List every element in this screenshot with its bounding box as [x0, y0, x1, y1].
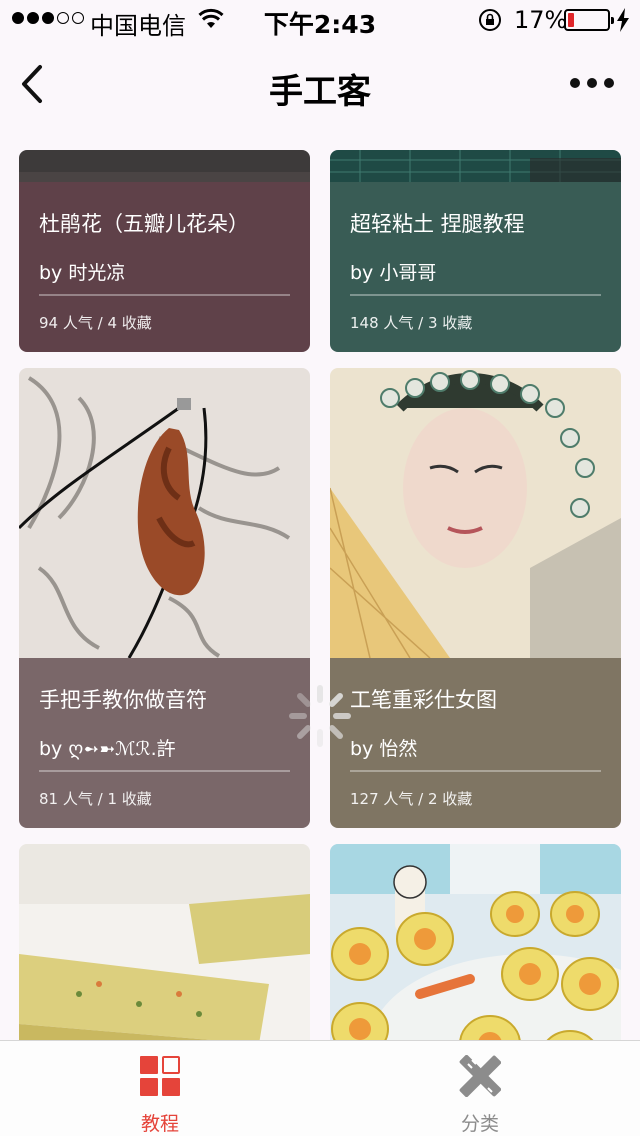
- loading-spinner-icon: [289, 685, 351, 747]
- card-image: [19, 844, 310, 1040]
- divider: [350, 294, 601, 296]
- card-image: [330, 844, 621, 1040]
- card-stats: 148 人气 / 3 收藏: [350, 314, 473, 332]
- tab-tutorials[interactable]: 教程: [0, 1041, 320, 1136]
- grid-icon: [140, 1056, 180, 1096]
- card-author: by ღ➻➼ℳℛ.許: [39, 738, 176, 760]
- charging-bolt-icon: [617, 8, 629, 32]
- tutorial-card[interactable]: 杜鹃花（五瓣儿花朵） by 时光凉 94 人气 / 4 收藏: [19, 150, 310, 352]
- card-title: 杜鹃花（五瓣儿花朵）: [39, 212, 249, 236]
- rotation-lock-icon: [479, 9, 501, 31]
- card-stats: 81 人气 / 1 收藏: [39, 790, 152, 808]
- card-title: 超轻粘土 捏腿教程: [350, 212, 525, 236]
- card-image: [330, 368, 621, 658]
- divider: [350, 770, 601, 772]
- tab-label: 教程: [140, 1113, 179, 1135]
- card-image: [19, 150, 310, 182]
- tab-categories[interactable]: 分类: [320, 1041, 640, 1136]
- nav-bar: 手工客: [0, 40, 640, 130]
- tutorial-card[interactable]: 手把手教你做音符 by ღ➻➼ℳℛ.許 81 人气 / 1 收藏: [19, 368, 310, 828]
- battery-percent: 17%: [514, 6, 568, 34]
- tab-label: 分类: [460, 1113, 499, 1135]
- status-bar: 中国电信 下午2:43 17%: [0, 0, 640, 40]
- pencil-ruler-icon: [459, 1055, 501, 1097]
- card-title: 工笔重彩仕女图: [350, 688, 497, 712]
- battery-icon: [564, 9, 614, 31]
- card-author: by 小哥哥: [350, 262, 437, 284]
- tutorial-feed[interactable]: 杜鹃花（五瓣儿花朵） by 时光凉 94 人气 / 4 收藏 超轻粘土 捏腿教程…: [0, 130, 640, 1040]
- tutorial-card[interactable]: 工笔重彩仕女图 by 怡然 127 人气 / 2 收藏: [330, 368, 621, 828]
- tutorial-card[interactable]: [19, 844, 310, 1040]
- card-author: by 怡然: [350, 738, 418, 760]
- card-stats: 127 人气 / 2 收藏: [350, 790, 473, 808]
- card-author: by 时光凉: [39, 262, 126, 284]
- tutorial-card[interactable]: 超轻粘土 捏腿教程 by 小哥哥 148 人气 / 3 收藏: [330, 150, 621, 352]
- divider: [39, 294, 290, 296]
- card-info: 杜鹃花（五瓣儿花朵） by 时光凉 94 人气 / 4 收藏: [19, 182, 310, 352]
- card-image: [19, 368, 310, 658]
- card-title: 手把手教你做音符: [39, 688, 207, 712]
- card-stats: 94 人气 / 4 收藏: [39, 314, 152, 332]
- card-info: 工笔重彩仕女图 by 怡然 127 人气 / 2 收藏: [330, 658, 621, 828]
- divider: [39, 770, 290, 772]
- tab-bar: 教程 分类: [0, 1040, 640, 1136]
- card-info: 手把手教你做音符 by ღ➻➼ℳℛ.許 81 人气 / 1 收藏: [19, 658, 310, 828]
- card-image: [330, 150, 621, 182]
- tutorial-card[interactable]: [330, 844, 621, 1040]
- more-dots-icon[interactable]: [570, 78, 614, 88]
- card-info: 超轻粘土 捏腿教程 by 小哥哥 148 人气 / 3 收藏: [330, 182, 621, 352]
- page-title: 手工客: [269, 72, 371, 112]
